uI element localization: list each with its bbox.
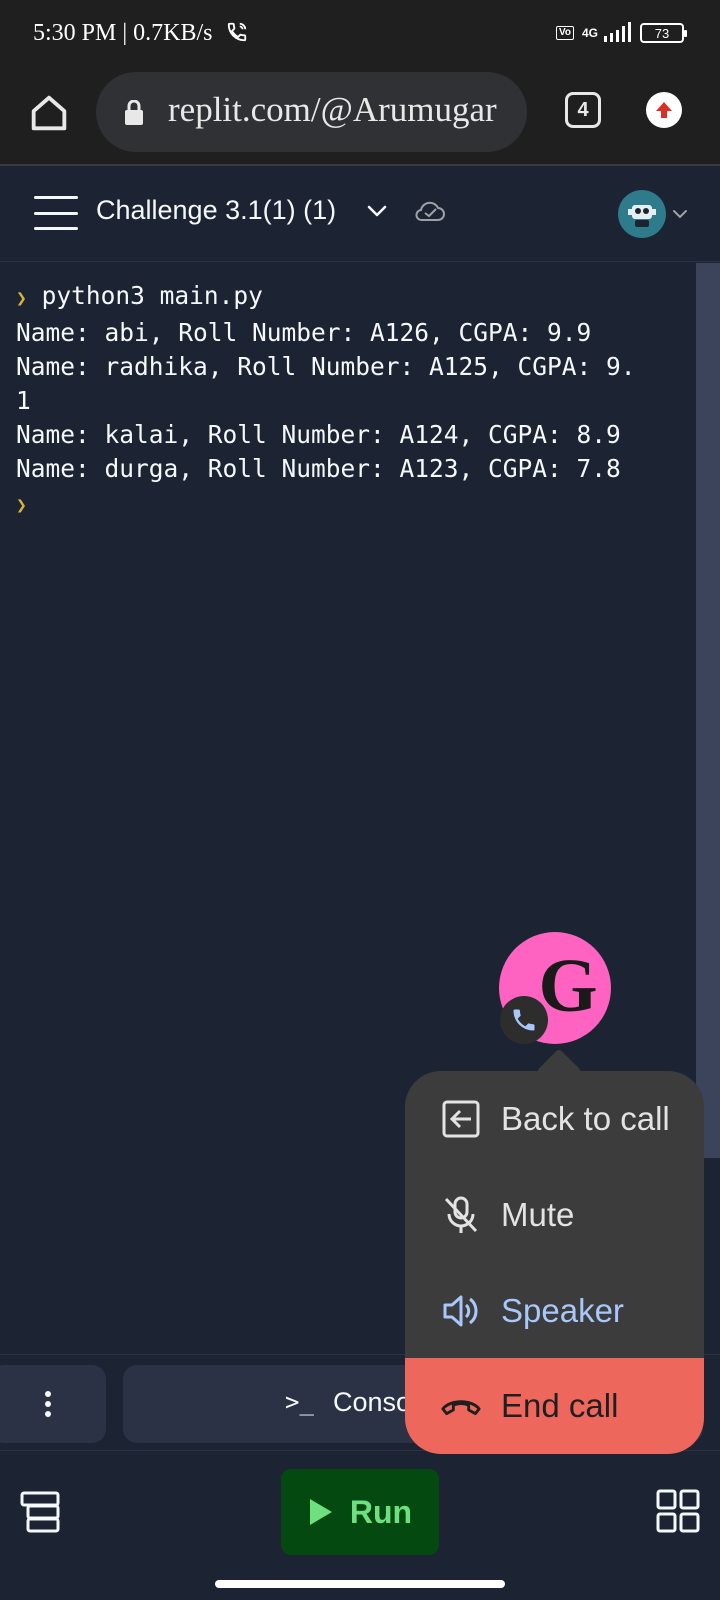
mute-label: Mute <box>501 1196 575 1233</box>
status-time: 5:30 PM | 0.7KB/s <box>33 20 213 46</box>
speaker-label: Speaker <box>501 1292 624 1329</box>
end-call-button[interactable]: End call <box>405 1358 704 1454</box>
lock-icon <box>125 100 143 125</box>
run-button[interactable]: Run <box>281 1469 439 1555</box>
terminal-icon: >_ <box>285 1388 314 1416</box>
home-indicator[interactable] <box>215 1580 505 1588</box>
back-to-call-icon <box>439 1097 483 1141</box>
grid-icon[interactable] <box>656 1489 700 1533</box>
cloud-saved-icon[interactable] <box>414 198 446 226</box>
console-line: Name: abi, Roll Number: A126, CGPA: 9.9 <box>16 318 592 347</box>
speaker-button[interactable]: Speaker <box>405 1263 704 1359</box>
prompt-icon: ❯ <box>16 288 27 309</box>
hamburger-menu-icon[interactable] <box>34 196 78 230</box>
back-to-call-label: Back to call <box>501 1100 670 1137</box>
console-line: 1 <box>16 386 31 415</box>
files-icon[interactable] <box>20 1491 60 1533</box>
console-text: ❯ python3 main.py Name: abi, Roll Number… <box>16 279 636 523</box>
speaker-icon <box>439 1289 483 1333</box>
signal-icon <box>604 22 631 42</box>
wifi-call-icon <box>227 22 247 42</box>
run-label: Run <box>349 1493 413 1530</box>
play-icon <box>309 1499 332 1525</box>
address-bar[interactable]: replit.com/@Arumugar <box>96 72 527 152</box>
more-vertical-icon <box>45 1391 51 1417</box>
back-to-call-button[interactable]: Back to call <box>405 1071 704 1167</box>
browser-toolbar: replit.com/@Arumugar 4 <box>0 68 720 166</box>
status-indicators: Vo 4G 73 <box>555 22 687 44</box>
tab-switcher-button[interactable]: 4 <box>565 92 601 128</box>
end-call-icon <box>439 1384 483 1428</box>
battery-icon: 73 <box>640 23 687 43</box>
mute-button[interactable]: Mute <box>405 1167 704 1263</box>
tab-console-label: Conso <box>333 1387 412 1417</box>
chevron-down-icon[interactable] <box>672 206 688 222</box>
end-call-label: End call <box>501 1387 619 1424</box>
update-icon[interactable] <box>646 92 682 128</box>
volte-badge: Vo <box>555 26 574 40</box>
mic-off-icon <box>439 1193 483 1237</box>
console-line: Name: durga, Roll Number: A123, CGPA: 7.… <box>16 454 621 483</box>
more-options-button[interactable] <box>0 1365 106 1443</box>
user-avatar[interactable] <box>618 190 666 238</box>
console-command: python3 main.py <box>41 281 263 310</box>
url-text: replit.com/@Arumugar <box>168 90 497 129</box>
home-icon[interactable] <box>26 90 72 136</box>
console-line: Name: radhika, Roll Number: A125, CGPA: … <box>16 352 636 381</box>
network-type: 4G <box>581 26 598 40</box>
call-menu: Back to call Mute Speaker End call <box>405 1071 704 1454</box>
app-header: Challenge 3.1(1) (1) <box>0 166 720 262</box>
project-title[interactable]: Challenge 3.1(1) (1) <box>96 195 336 226</box>
console-line: Name: kalai, Roll Number: A124, CGPA: 8.… <box>16 420 621 449</box>
battery-level: 73 <box>654 25 670 41</box>
console-scrollbar[interactable] <box>696 263 720 1158</box>
chevron-down-icon[interactable] <box>366 200 388 222</box>
prompt-icon: ❯ <box>16 495 27 516</box>
bottom-toolbar: Run <box>0 1450 720 1600</box>
status-bar: 5:30 PM | 0.7KB/s Vo 4G 73 <box>0 0 720 68</box>
phone-icon <box>500 996 548 1044</box>
